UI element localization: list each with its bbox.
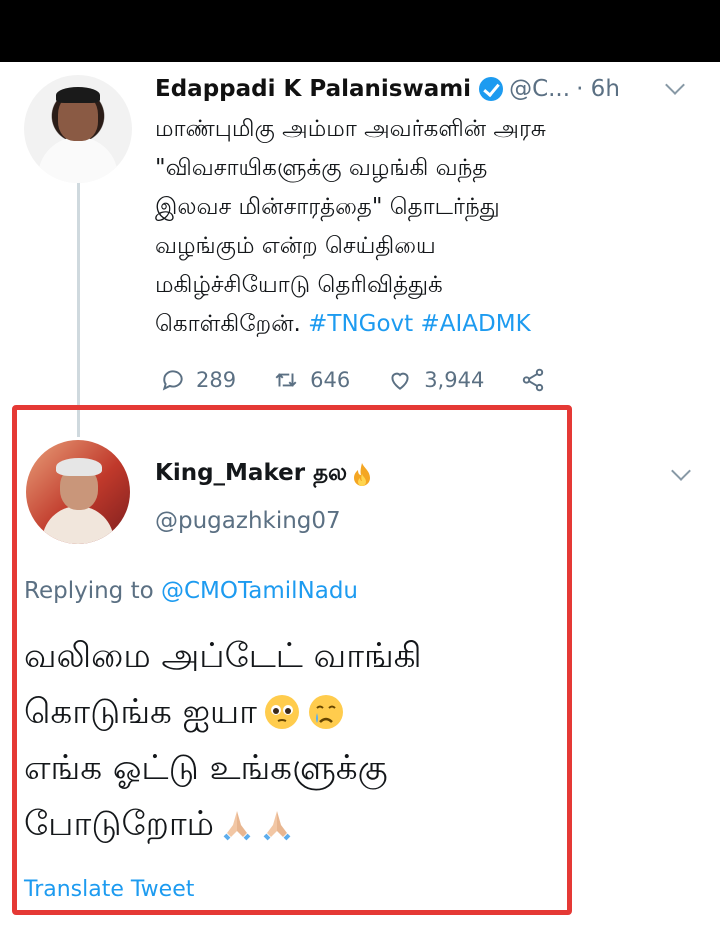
like-icon bbox=[391, 372, 409, 390]
tweet2-line-text: கொடுங்க ஐயா bbox=[24, 692, 257, 732]
chevron-down-icon[interactable] bbox=[665, 75, 685, 95]
tweet2-body: வலிமை அப்டேட் வாங்கி கொடுங்க ஐயா எங்க ஓட… bbox=[24, 628, 422, 852]
tweet1-time[interactable]: · 6h bbox=[576, 76, 620, 102]
top-black-bar bbox=[0, 0, 720, 62]
tweet1-line: மகிழ்ச்சியோடு தெரிவித்துக் bbox=[155, 272, 443, 298]
share-icon bbox=[523, 368, 544, 392]
tweet2-line-text: வலிமை அப்டேட் வாங்கி bbox=[24, 636, 422, 676]
tweet2-author: King_Maker தல bbox=[155, 460, 373, 489]
like-button[interactable]: 3,944 bbox=[386, 367, 484, 393]
tweet2-author-name[interactable]: King_Maker தல bbox=[155, 460, 347, 489]
crying-face-icon bbox=[308, 695, 343, 729]
tweet1-handle[interactable]: @C... bbox=[509, 76, 570, 102]
retweet-count: 646 bbox=[310, 368, 351, 392]
tweet1-author-name[interactable]: Edappadi K Palaniswami bbox=[155, 76, 471, 102]
replying-mention-link[interactable]: @CMOTamilNadu bbox=[161, 578, 358, 604]
tweet1-line: இலவச மின்சாரத்தை" தொடர்ந்து bbox=[155, 194, 500, 220]
tweet1-header: Edappadi K Palaniswami @C... · 6h bbox=[155, 73, 620, 105]
replying-prefix: Replying to bbox=[24, 578, 154, 604]
tweet1-line: "விவசாயிகளுக்கு வழங்கி வந்த bbox=[155, 155, 488, 181]
chevron-down-icon[interactable] bbox=[671, 461, 691, 481]
retweet-icon bbox=[275, 373, 297, 387]
reply-count: 289 bbox=[196, 368, 237, 392]
tweet2-line-text: எங்க ஓட்டு உங்களுக்கு bbox=[24, 748, 388, 788]
tweet2-line: போடுறோம் bbox=[24, 796, 422, 852]
tweet2-handle[interactable]: @pugazhking07 bbox=[155, 508, 341, 534]
tweet1-line: மாண்புமிகு அம்மா அவர்களின் அரசு bbox=[155, 116, 546, 142]
thread-connector-line bbox=[77, 175, 80, 437]
tweet1-line: கொள்கிறேன். bbox=[155, 311, 301, 337]
tweet2-line: எங்க ஓட்டு உங்களுக்கு bbox=[24, 740, 422, 796]
reply-icon bbox=[162, 370, 183, 391]
tweet2-line: கொடுங்க ஐயா bbox=[24, 684, 422, 740]
share-button[interactable] bbox=[520, 367, 556, 393]
pleading-face-icon bbox=[264, 695, 299, 729]
retweet-button[interactable]: 646 bbox=[272, 367, 350, 393]
tweet1-line: வழங்கும் என்ற செய்தியை bbox=[155, 233, 436, 259]
tweet1-last-line: கொள்கிறேன். #TNGovt #AIADMK bbox=[155, 305, 675, 344]
folded-hands-icon bbox=[263, 811, 291, 841]
like-count: 3,944 bbox=[424, 368, 485, 392]
replying-to: Replying to @CMOTamilNadu bbox=[24, 578, 358, 604]
translate-tweet-link[interactable]: Translate Tweet bbox=[24, 877, 194, 902]
hashtag-link[interactable]: #AIADMK bbox=[421, 311, 531, 337]
tweet2-line: வலிமை அப்டேட் வாங்கி bbox=[24, 628, 422, 684]
hashtag-link[interactable]: #TNGovt bbox=[308, 311, 413, 337]
fire-icon bbox=[354, 462, 371, 486]
verified-badge-icon bbox=[479, 77, 504, 101]
avatar-king-maker[interactable] bbox=[26, 440, 130, 544]
reply-button[interactable]: 289 bbox=[160, 367, 236, 393]
tweet2-line-text: போடுறோம் bbox=[24, 804, 214, 844]
tweet1-actions: 289 646 3,944 bbox=[160, 362, 592, 398]
tweet1-body: மாண்புமிகு அம்மா அவர்களின் அரசு "விவசாயி… bbox=[155, 110, 675, 344]
folded-hands-icon bbox=[223, 811, 251, 841]
avatar-edappadi[interactable] bbox=[24, 75, 132, 183]
